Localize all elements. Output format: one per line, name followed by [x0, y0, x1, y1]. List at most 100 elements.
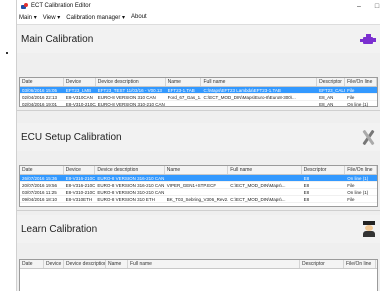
table-row[interactable]: 03/06/2016 15:05 EFT23_LMB EFT23_TEST 11… [20, 87, 377, 94]
cell-file-online: File [347, 88, 355, 93]
maximize-button[interactable]: □ [368, 3, 386, 10]
col-device[interactable]: Device [64, 166, 96, 174]
table-header: Date Device Device description Name Full… [20, 166, 378, 175]
cell-full-name: C:\ECT_MOD_DIN\Maps\... [230, 197, 286, 202]
cell-device-description: EURO-8 VERSION 316-210 CAN [97, 183, 165, 188]
minimize-button[interactable]: – [350, 3, 368, 10]
cell-device: E8-V316-210CAN [65, 183, 96, 188]
col-file-online[interactable]: File/On line [344, 260, 376, 268]
main-content: Main Calibration Date Device Device desc… [17, 24, 380, 291]
cell-full-name [201, 101, 317, 107]
cell-device: E8-V310-210CAN [65, 102, 96, 107]
ecu-setup-section: ECU Setup Calibration Date Device Device… [17, 123, 380, 211]
menu-view[interactable]: View ▾ [43, 14, 61, 21]
section-title: Learn Calibration [21, 223, 98, 235]
col-file-online[interactable]: File/On line [345, 78, 377, 86]
table-row[interactable]: 02/04/2016 22:13 E8-V310CAN EURO-8 VERSI… [20, 94, 377, 101]
graduate-icon [362, 221, 376, 237]
cell-name [165, 189, 228, 195]
cell-name: Ford_67_Gas_1.TAB [167, 95, 202, 100]
menu-main[interactable]: Main ▾ [19, 14, 37, 21]
main-calibration-table: Date Device Device description Name Full… [19, 77, 378, 108]
chevron-down-icon: ▾ [122, 14, 126, 21]
col-name[interactable]: Name [106, 260, 128, 268]
cell-descriptor: E8 [303, 176, 310, 181]
menu-main-label: Main [19, 14, 33, 21]
table-row[interactable]: 09/04/2016 18:10 E8-V310ETH EURO-8 VERSI… [20, 196, 377, 203]
col-device-description[interactable]: Device description [96, 78, 166, 86]
col-device-description[interactable]: Device description [95, 166, 165, 174]
col-date[interactable]: Date [20, 260, 44, 268]
col-date[interactable]: Date [20, 78, 64, 86]
cell-file-online: On line (1) [347, 176, 369, 181]
cell-date: 03/07/2016 11:25 [22, 190, 57, 195]
col-full-name[interactable]: Full name [228, 166, 302, 174]
cell-name [166, 101, 202, 107]
cell-name: VIPER_GEN1+STP.ECF [166, 183, 217, 188]
cell-descriptor: E8 [303, 190, 310, 195]
cell-name: BK_T03_Sebring_V306_Rev2.ECF [166, 197, 228, 202]
menu-view-label: View [42, 14, 56, 21]
cell-descriptor: EFT23_CALIB [319, 88, 345, 93]
side-marker [6, 52, 8, 54]
learn-calibration-header: Learn Calibration [17, 215, 380, 243]
tools-icon [360, 129, 376, 146]
menu-calibration-manager[interactable]: Calibration manager ▾ [66, 14, 125, 21]
engine-icon [360, 33, 376, 45]
table-row[interactable]: 03/07/2016 11:25 E8-V310-210CAN EURO-8 V… [20, 189, 377, 196]
col-full-name[interactable]: Full name [201, 78, 318, 86]
cell-descriptor: E8_AN [319, 102, 334, 107]
chevron-down-icon: ▾ [57, 14, 61, 21]
section-title: Main Calibration [21, 33, 94, 45]
chevron-down-icon: ▾ [33, 14, 37, 21]
col-name[interactable]: Name [165, 166, 229, 174]
cell-device-description: EURO-8 VERSION 310-210 CAN [97, 190, 165, 195]
col-device[interactable]: Device [44, 260, 64, 268]
col-device-description[interactable]: Device description [64, 260, 106, 268]
cell-device: EFT23_LMB [65, 88, 92, 93]
col-date[interactable]: Date [20, 166, 64, 174]
title-bar: ECT Calibration Editor – □ [17, 0, 386, 12]
cell-full-name: C:\ECT_MOD_DIN\Maps\... [230, 183, 286, 188]
menu-about[interactable]: About [131, 14, 147, 20]
learn-calibration-section: Learn Calibration Date Device Device des… [17, 215, 380, 291]
col-descriptor[interactable]: Descriptor [300, 260, 344, 268]
table-row[interactable]: 26/07/2016 15:36 E8-V316-210CAN EURO-8 V… [20, 175, 377, 182]
col-descriptor[interactable]: Descriptor [302, 166, 346, 174]
cell-device: E8-V310CAN [65, 95, 93, 100]
col-name[interactable]: Name [166, 78, 202, 86]
col-full-name[interactable]: Full name [128, 260, 300, 268]
cell-date: 03/06/2016 15:05 [22, 88, 58, 93]
col-descriptor[interactable]: Descriptor [317, 78, 346, 86]
cell-descriptor: E8 [303, 183, 310, 188]
table-row[interactable]: 20/07/2016 19:56 E8-V316-210CAN EURO-8 V… [20, 182, 377, 189]
section-title: ECU Setup Calibration [21, 131, 122, 143]
cell-date: 20/07/2016 19:56 [22, 183, 58, 188]
main-calibration-header: Main Calibration [17, 25, 380, 53]
ecu-setup-header: ECU Setup Calibration [17, 123, 380, 151]
cell-full-name: C:\Maps\EFT23 Lambda\EFT23-1.TAB [203, 88, 281, 93]
cell-date: 09/04/2016 18:10 [22, 197, 58, 202]
col-device[interactable]: Device [64, 78, 96, 86]
cell-file-online: On line (1) [347, 190, 369, 195]
cell-device-description: EURO-8 VERSION 316-210 CAN [97, 176, 165, 181]
table-row[interactable]: 02/04/2016 19:01 E8-V310-210CAN EURO-8 V… [20, 101, 377, 108]
table-header: Date Device Device description Name Full… [20, 260, 377, 269]
cell-full-name [228, 189, 301, 195]
table-header: Date Device Device description Name Full… [20, 78, 377, 87]
cell-date: 02/04/2016 22:13 [22, 95, 58, 100]
cell-device-description: EURO-8 VERSION 310 ETH [97, 197, 155, 202]
cell-file-online: On line (1) [347, 102, 369, 107]
col-file-online[interactable]: File/On line [345, 166, 378, 174]
menu-bar: Main ▾ View ▾ Calibration manager ▾ Abou… [17, 12, 386, 22]
cell-name [165, 175, 228, 181]
cell-full-name: C:\ECT_MOD_DIN\Maps\Euro-8\Euro8-300\... [203, 95, 296, 100]
cell-file-online: File [347, 197, 355, 202]
window-title: ECT Calibration Editor [31, 3, 91, 9]
menu-calibration-manager-label: Calibration manager [66, 14, 121, 21]
cell-device-description: EURO-8 VERSION 310 CAN [97, 95, 156, 100]
cell-device-description: EFT23_TEST 11/03/16 - V00.13 [97, 88, 162, 93]
learn-calibration-table: Date Device Device description Name Full… [19, 259, 378, 291]
cell-descriptor: E8 [303, 197, 310, 202]
cell-full-name [228, 175, 301, 181]
